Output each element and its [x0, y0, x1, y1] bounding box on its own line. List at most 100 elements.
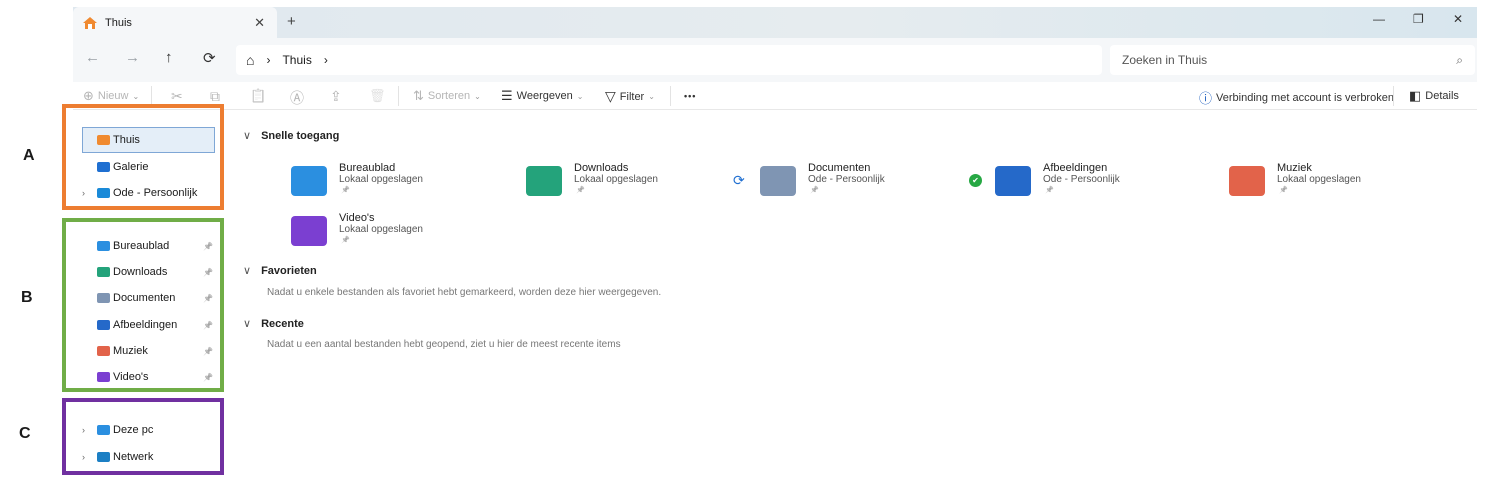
item-location: Lokaal opgeslagen — [339, 224, 423, 235]
scissors-icon: ✂ — [171, 88, 183, 104]
breadcrumb-item-thuis[interactable]: Thuis — [282, 53, 311, 67]
clipboard-icon: 📋 — [250, 88, 267, 103]
restore-button[interactable]: ❐ — [1413, 12, 1424, 26]
toolbar-divider — [151, 86, 152, 106]
paste-button[interactable]: 📋 — [250, 88, 266, 104]
item-name: Downloads — [574, 162, 629, 174]
pin-icon: 📌 — [576, 187, 585, 194]
section-favorites-header[interactable]: ∨ Favorieten — [243, 264, 317, 278]
quick-access-item-downloads[interactable]: Downloads Lokaal opgeslagen 📌 — [526, 162, 756, 206]
back-button[interactable]: ← — [85, 49, 100, 66]
details-button[interactable]: ◧ Details — [1409, 88, 1459, 104]
view-label: Weergeven — [516, 90, 573, 102]
details-pane-icon: ◧ — [1409, 88, 1422, 103]
quick-access-item-documenten[interactable]: Documenten Ode - Persoonlijk 📌 — [760, 162, 990, 206]
share-button[interactable]: ⇪ — [330, 88, 342, 105]
downloads-folder-icon — [526, 166, 562, 196]
sort-button[interactable]: ⇅ Sorteren ⌄ — [413, 88, 481, 104]
close-window-button[interactable]: ✕ — [1453, 12, 1463, 26]
toolbar-divider — [1393, 86, 1394, 106]
minimize-button[interactable]: — — [1373, 12, 1385, 26]
annotation-box-b — [62, 218, 224, 392]
quick-access-item-bureaublad[interactable]: Bureaublad Lokaal opgeslagen 📌 — [291, 162, 521, 206]
pictures-folder-icon — [995, 166, 1031, 196]
view-button[interactable]: ☰ Weergeven ⌄ — [501, 88, 583, 104]
breadcrumb-separator[interactable]: › — [324, 53, 328, 67]
chevron-down-icon: ⌄ — [132, 91, 140, 101]
item-name: Muziek — [1277, 162, 1312, 174]
annotation-label-b: B — [21, 289, 33, 306]
pin-icon: 📌 — [1279, 187, 1288, 194]
pin-icon: 📌 — [1045, 187, 1054, 194]
section-quick-access-header[interactable]: ∨ Snelle toegang — [243, 129, 339, 143]
chevron-down-icon[interactable]: ∨ — [243, 129, 251, 142]
videos-folder-icon — [291, 216, 327, 246]
breadcrumb[interactable]: ⌂ › Thuis › — [236, 45, 1102, 75]
home-outline-icon[interactable]: ⌂ — [246, 52, 254, 68]
chevron-down-icon: ⌄ — [576, 91, 584, 101]
up-button[interactable]: ↑ — [165, 49, 173, 66]
quick-access-item-videos[interactable]: Video's Lokaal opgeslagen 📌 — [291, 212, 521, 256]
synced-check-icon: ✔ — [969, 174, 982, 187]
filter-icon: ▽ — [605, 88, 616, 104]
rename-button[interactable]: Ⓐ — [290, 88, 304, 108]
main-content: ∨ Snelle toegang Bureaublad Lokaal opges… — [233, 110, 1477, 479]
search-input[interactable]: Zoeken in Thuis ⌕ — [1110, 45, 1475, 75]
title-bar: Thuis ✕ + — ❐ ✕ — [73, 7, 1477, 38]
pin-icon: 📌 — [341, 237, 350, 244]
chevron-down-icon: ⌄ — [648, 92, 655, 101]
annotation-label-a: A — [23, 147, 35, 164]
annotation-box-c — [62, 398, 224, 475]
chevron-down-icon: ⌄ — [474, 91, 481, 101]
music-folder-icon — [1229, 166, 1265, 196]
pin-icon: 📌 — [810, 187, 819, 194]
new-tab-button[interactable]: + — [287, 13, 296, 30]
annotation-label-c: C — [19, 425, 31, 442]
address-bar: ← → ↑ ⟳ ⌂ › Thuis › Zoeken in Thuis ⌕ — [73, 38, 1477, 82]
search-placeholder: Zoeken in Thuis — [1122, 53, 1208, 67]
quick-access-item-afbeeldingen[interactable]: Afbeeldingen Ode - Persoonlijk 📌 — [995, 162, 1225, 206]
copy-icon: ⧉ — [210, 88, 220, 104]
item-name: Bureaublad — [339, 162, 396, 174]
tab-thuis[interactable]: Thuis ✕ — [73, 7, 277, 38]
view-icon: ☰ — [501, 88, 513, 103]
share-icon: ⇪ — [330, 88, 342, 104]
item-location: Lokaal opgeslagen — [339, 174, 423, 185]
filter-button[interactable]: ▽ Filter ⌄ — [605, 88, 655, 105]
recent-empty-message: Nadat u een aantal bestanden hebt geopen… — [267, 339, 621, 350]
more-icon: ••• — [684, 91, 697, 101]
account-warning[interactable]: ⓘ Verbinding met account is verbroken — [1199, 88, 1394, 107]
section-title: Favorieten — [261, 264, 317, 277]
item-name: Afbeeldingen — [1043, 162, 1108, 174]
item-location: Ode - Persoonlijk — [1043, 174, 1120, 185]
delete-button[interactable]: 🗑 — [369, 88, 386, 104]
trash-icon: 🗑 — [369, 88, 386, 103]
new-label: Nieuw — [97, 90, 129, 102]
refresh-button[interactable]: ⟳ — [203, 49, 216, 67]
sort-icon: ⇅ — [413, 88, 424, 103]
new-button[interactable]: ⊕ Nieuw ⌄ — [83, 88, 139, 104]
chevron-down-icon[interactable]: ∨ — [243, 264, 251, 277]
account-warning-label: Verbinding met account is verbroken — [1216, 91, 1394, 104]
item-location: Lokaal opgeslagen — [1277, 174, 1361, 185]
cut-button[interactable]: ✂ — [171, 88, 183, 105]
rename-icon: Ⓐ — [290, 90, 304, 106]
more-options-button[interactable]: ••• — [684, 91, 696, 101]
forward-button[interactable]: → — [125, 49, 140, 66]
copy-button[interactable]: ⧉ — [210, 88, 220, 105]
breadcrumb-separator[interactable]: › — [266, 53, 270, 67]
quick-access-item-muziek[interactable]: Muziek Lokaal opgeslagen 📌 — [1229, 162, 1459, 206]
search-icon[interactable]: ⌕ — [1456, 45, 1463, 75]
info-icon: ⓘ — [1199, 91, 1213, 106]
tab-close-icon[interactable]: ✕ — [254, 15, 265, 31]
plus-circle-icon: ⊕ — [83, 88, 94, 103]
item-location: Ode - Persoonlijk — [808, 174, 885, 185]
filter-label: Filter — [619, 90, 645, 103]
section-recent-header[interactable]: ∨ Recente — [243, 317, 304, 331]
desktop-folder-icon — [291, 166, 327, 196]
tab-title: Thuis — [105, 16, 132, 29]
sort-label: Sorteren — [427, 90, 471, 102]
chevron-down-icon[interactable]: ∨ — [243, 317, 251, 330]
pin-icon: 📌 — [341, 187, 350, 194]
details-label: Details — [1425, 90, 1459, 102]
